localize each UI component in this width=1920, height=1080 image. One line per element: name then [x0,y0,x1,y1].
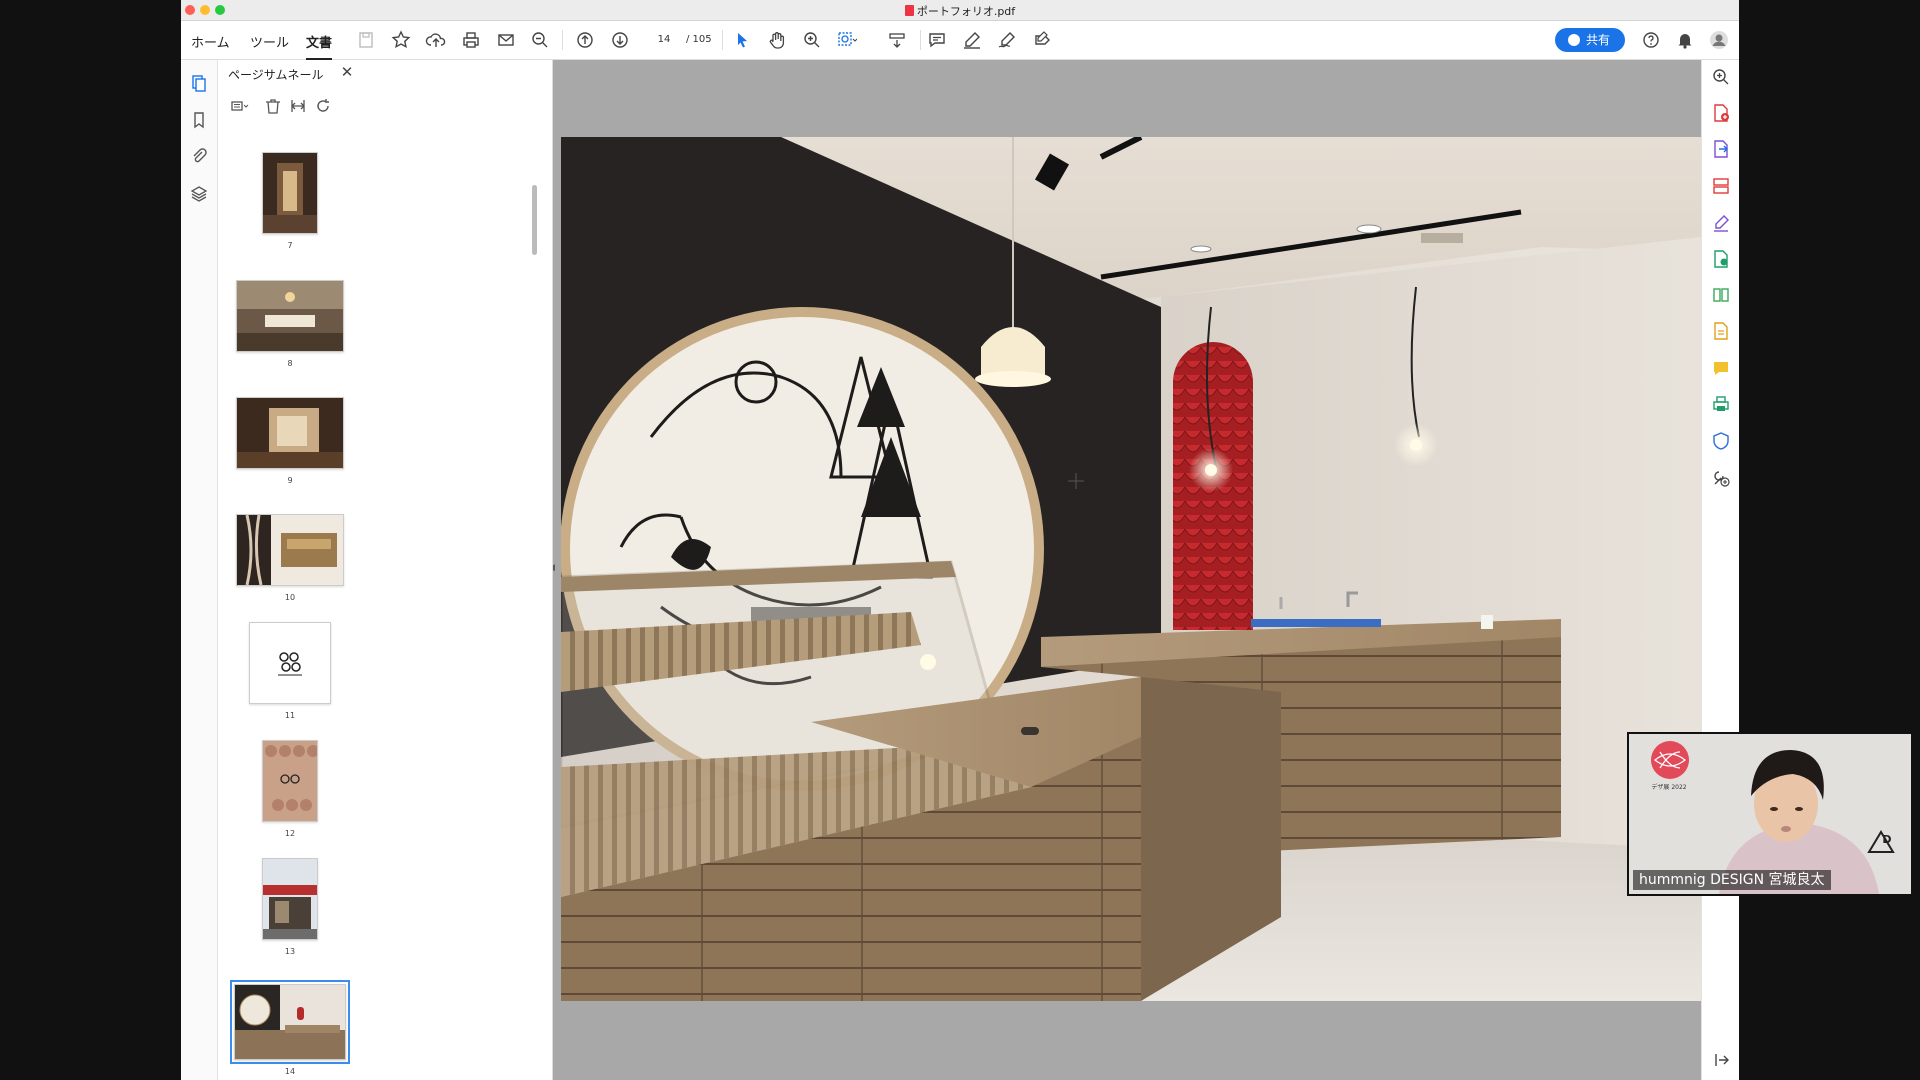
thumbnail-image [236,397,344,469]
attachments-icon[interactable] [189,146,209,166]
left-navigation-rail [181,60,218,1080]
pane-title: ページサムネール [228,68,324,82]
window-title: ポートフォリオ.pdf [181,3,1739,19]
menu-tools[interactable]: ツール [250,32,289,51]
hand-tool-icon[interactable] [766,29,788,51]
thumbnail-page-number: 14 [284,1067,296,1076]
scroll-mode-icon[interactable] [886,29,908,51]
share-label: 共有 [1586,33,1611,47]
share-button[interactable]: 共有 [1555,28,1625,52]
pdf-page-photo [561,137,1739,1001]
bookmark-star-icon[interactable] [390,29,412,51]
layers-icon[interactable] [189,184,209,204]
delete-page-icon[interactable] [263,96,283,116]
close-pane-icon[interactable]: ✕ [338,63,356,81]
logo-mark: D [1882,833,1892,846]
protect-file-icon[interactable] [1711,249,1731,269]
thumbnail-image [262,858,318,940]
right-tools-rail [1701,60,1739,1080]
page-total: / 105 [686,34,712,45]
more-tools-icon[interactable] [1711,468,1731,488]
thumbnail-page-number: 9 [287,476,293,485]
save-icon[interactable] [355,29,377,51]
combine-files-icon[interactable] [1711,321,1731,341]
comment-tool-icon[interactable] [1711,358,1731,378]
thumbnail-page-number: 7 [287,241,293,250]
thumbnail-image [236,280,344,352]
window-title-text: ポートフォリオ.pdf [916,5,1016,18]
toolbar-divider [562,30,563,50]
thumbnail-page-13[interactable]: 13 [229,858,351,956]
title-bar: ポートフォリオ.pdf [181,0,1739,21]
webcam-overlay: デザ展 2022 D hummnig DESIGN 宮城良太 [1627,732,1913,896]
pdf-file-icon [904,5,914,16]
avatar-icon[interactable] [1708,29,1730,51]
thumbnail-image [230,980,350,1064]
toolbar-divider [920,30,921,50]
badge-text: デザ展 2022 [1651,784,1687,791]
thumbnail-page-number: 12 [284,829,296,838]
thumbnail-page-11[interactable]: 11 [229,622,351,720]
main-toolbar: ホーム ツール 文書 14 / 105 共有 [181,21,1739,60]
edit-pdf-icon[interactable] [1711,213,1731,233]
thumbnail-page-number: 13 [284,947,296,956]
comment-icon[interactable] [926,29,948,51]
create-pdf-icon[interactable] [1711,103,1731,123]
marquee-zoom-icon[interactable] [835,29,858,51]
thumbnail-page-number: 11 [284,711,296,720]
participant-name-label: hummnig DESIGN 宮城良太 [1633,870,1831,890]
thumbnail-page-12[interactable]: 12 [229,740,351,838]
thumbnail-image [262,740,318,822]
page-thumbnails-pane: ページサムネール ✕ 7 8 9 10 11 12 13 14 [218,60,553,1080]
zoom-in-icon[interactable] [801,29,823,51]
select-arrow-icon[interactable] [731,29,753,51]
menu-home[interactable]: ホーム [191,32,230,51]
rotate-page-icon[interactable] [313,96,333,116]
print-production-icon[interactable] [1711,394,1731,414]
document-viewer[interactable]: ◀ ▶ [553,60,1739,1080]
thumbnail-page-10[interactable]: 10 [229,514,351,602]
organize-pages-icon[interactable] [1711,176,1731,196]
shield-icon[interactable] [1711,431,1731,451]
toolbar-divider [722,30,723,50]
print-icon[interactable] [460,29,482,51]
compare-icon[interactable] [1711,285,1731,305]
collapse-left-pane-icon[interactable]: ◀ [553,563,556,577]
thumbnail-page-number: 8 [287,359,293,368]
upload-cloud-icon[interactable] [425,29,447,51]
share-user-icon [1568,34,1580,46]
highlight-pen-icon[interactable] [961,29,983,51]
thumbnail-page-7[interactable]: 7 [229,152,351,250]
thumbnail-page-number: 10 [284,593,296,602]
help-icon[interactable] [1640,29,1662,51]
export-pdf-icon[interactable] [1711,139,1731,159]
design-exhibition-logo [1651,741,1689,779]
page-down-icon[interactable] [609,29,631,51]
thumbnail-scrollbar[interactable] [532,185,537,255]
thumbnail-options-icon[interactable] [230,96,250,116]
page-thumbnails-icon[interactable] [189,73,209,93]
email-icon[interactable] [495,29,517,51]
thumbnail-image [236,514,344,586]
page-up-icon[interactable] [574,29,596,51]
acrobat-window: ポートフォリオ.pdf ホーム ツール 文書 14 / 105 共有 ページサム… [181,0,1739,1080]
collapse-panel-icon[interactable] [1711,1050,1731,1070]
extract-page-icon[interactable] [288,96,308,116]
thumbnail-page-9[interactable]: 9 [229,397,351,485]
crosshair-cursor-icon [1068,473,1084,489]
page-number-input[interactable]: 14 [646,30,682,50]
thumbnail-image [262,152,318,234]
zoom-out-icon[interactable] [529,29,551,51]
sign-icon[interactable] [996,29,1018,51]
bookmarks-icon[interactable] [189,110,209,130]
menu-document[interactable]: 文書 [306,32,333,60]
bell-icon[interactable] [1674,29,1696,51]
thumbnail-image [249,622,331,704]
fill-sign-icon[interactable] [1031,29,1053,51]
thumbnail-page-8[interactable]: 8 [229,280,351,368]
thumbnail-page-14[interactable]: 14 [229,980,351,1076]
search-zoom-icon[interactable] [1711,67,1731,87]
shop-interior-photo [561,137,1739,1001]
